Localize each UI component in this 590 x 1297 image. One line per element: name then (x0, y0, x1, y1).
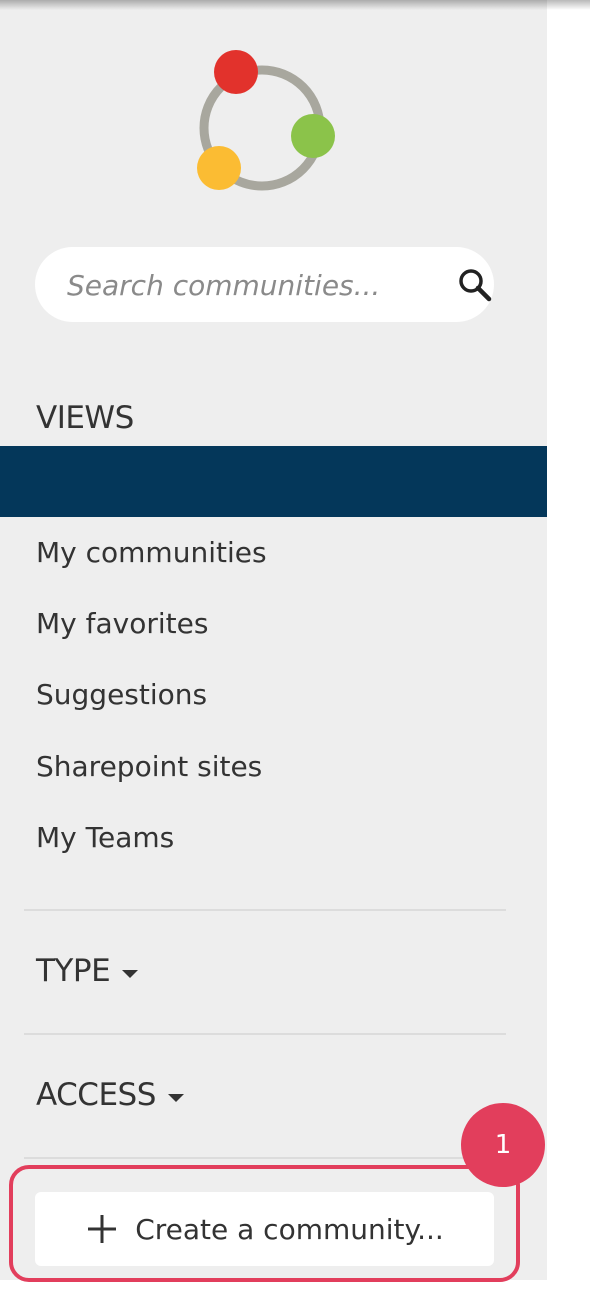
sidebar: VIEWS My communities My favorites Sugges… (0, 0, 547, 1280)
view-item-my-teams[interactable]: My Teams (36, 821, 174, 854)
view-item-suggestions[interactable]: Suggestions (36, 678, 207, 711)
type-filter-dropdown[interactable]: TYPE (36, 953, 139, 989)
search-box (35, 247, 495, 324)
annotation-highlight (9, 1165, 520, 1282)
annotation-badge: 1 (461, 1103, 545, 1187)
view-item-my-favorites[interactable]: My favorites (36, 607, 208, 640)
top-shadow (0, 0, 590, 10)
divider (24, 1157, 506, 1159)
access-filter-label: ACCESS (36, 1077, 156, 1113)
caret-down-icon (122, 970, 139, 978)
type-filter-label: TYPE (36, 953, 111, 989)
active-view-item[interactable] (0, 446, 547, 517)
view-item-my-communities[interactable]: My communities (36, 536, 267, 569)
search-input[interactable] (65, 247, 429, 324)
views-heading: VIEWS (36, 400, 134, 436)
divider (24, 1033, 506, 1035)
access-filter-dropdown[interactable]: ACCESS (36, 1077, 184, 1113)
divider (24, 909, 506, 911)
app-logo-icon (190, 46, 340, 196)
view-item-sharepoint-sites[interactable]: Sharepoint sites (36, 750, 262, 783)
caret-down-icon (167, 1094, 184, 1102)
search-icon[interactable] (455, 265, 495, 305)
